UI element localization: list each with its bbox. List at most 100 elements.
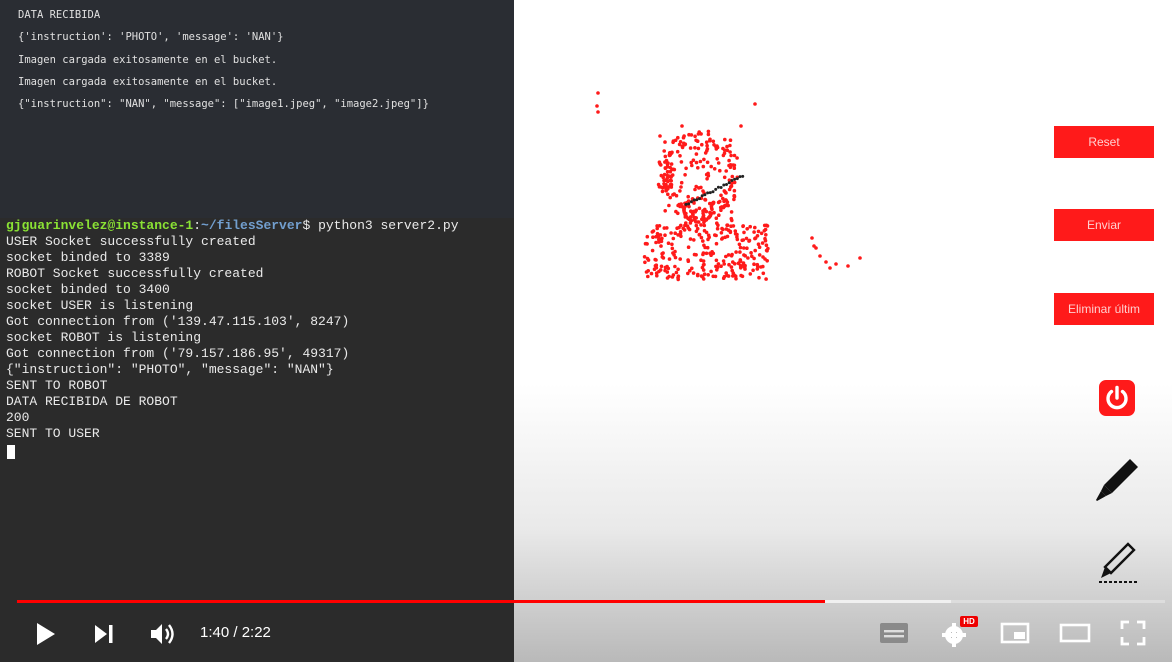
drawn-point — [701, 239, 705, 243]
drawn-point — [764, 277, 768, 281]
drawn-point — [717, 213, 721, 217]
pen-icon[interactable] — [1092, 456, 1142, 504]
drawn-point — [666, 241, 671, 245]
drawn-point — [738, 266, 743, 270]
drawn-point — [679, 185, 683, 189]
drawn-point — [688, 146, 693, 150]
drawn-point — [702, 262, 706, 267]
volume-icon[interactable] — [148, 620, 178, 648]
drawn-point — [686, 245, 691, 249]
drawn-point — [812, 244, 816, 248]
miniplayer-icon[interactable] — [999, 620, 1031, 646]
drawn-point — [719, 231, 724, 235]
drawn-point — [706, 233, 711, 238]
reset-button[interactable]: Reset — [1054, 126, 1154, 158]
drawn-point — [759, 265, 763, 269]
drawn-point — [643, 260, 647, 265]
drawn-point — [664, 182, 668, 187]
drawn-point — [738, 245, 743, 250]
fullscreen-icon[interactable] — [1118, 618, 1148, 648]
drawn-point — [730, 174, 735, 179]
drawn-point — [716, 200, 721, 205]
drawn-point — [729, 265, 734, 269]
drawn-point — [728, 185, 733, 189]
drawn-point — [646, 274, 650, 279]
drawn-point — [742, 230, 746, 235]
drawn-point — [723, 137, 727, 142]
drawn-point — [711, 200, 716, 205]
drawn-point — [657, 238, 661, 242]
drawn-point — [687, 202, 691, 206]
drawn-point — [742, 253, 746, 257]
progress-played — [17, 600, 825, 603]
drawn-point — [662, 172, 667, 177]
drawn-point — [683, 173, 687, 177]
drawn-point — [679, 180, 684, 185]
drawn-point — [702, 272, 707, 277]
terminal-line: 200 — [6, 410, 30, 425]
drawn-point — [644, 241, 649, 246]
drawn-point — [660, 189, 665, 194]
drawn-point — [595, 104, 599, 108]
delete-last-button[interactable]: Eliminar últim — [1054, 293, 1154, 325]
drawn-point — [728, 229, 733, 234]
drawn-point — [858, 256, 862, 260]
drawn-point — [702, 243, 706, 248]
drawn-point — [706, 273, 710, 277]
drawn-point — [702, 157, 706, 162]
terminal-line: Got connection from ('139.47.115.103', 8… — [6, 314, 350, 329]
drawn-point — [753, 236, 757, 241]
drawn-point — [596, 110, 600, 114]
drawn-point — [680, 124, 684, 128]
subtitles-icon[interactable] — [878, 620, 910, 646]
drawn-point — [718, 168, 722, 173]
drawn-point — [744, 236, 749, 241]
next-icon[interactable] — [92, 622, 118, 646]
play-icon[interactable] — [33, 620, 59, 648]
drawn-point — [704, 140, 709, 144]
drawn-point — [739, 273, 743, 278]
drawing-canvas-area[interactable]: Reset Enviar Eliminar últim — [514, 0, 1172, 662]
drawn-point — [846, 264, 850, 268]
top-console-panel: DATA RECIBIDA {'instruction': 'PHOTO', '… — [0, 0, 514, 218]
drawn-point — [684, 202, 688, 206]
drawn-point — [721, 146, 725, 151]
drawn-point — [695, 273, 700, 278]
drawn-point — [671, 273, 676, 277]
drawn-point — [732, 193, 737, 198]
drawn-point — [693, 187, 697, 192]
drawn-point — [718, 205, 723, 210]
drawn-point — [828, 266, 832, 270]
drawn-point — [677, 225, 681, 230]
drawn-point — [715, 145, 720, 150]
drawn-point — [701, 211, 705, 216]
drawn-point — [721, 153, 726, 158]
drawn-point — [696, 146, 701, 151]
drawn-point — [735, 177, 739, 181]
drawn-point — [756, 229, 761, 234]
theater-icon[interactable] — [1058, 620, 1092, 646]
drawn-point — [742, 246, 746, 250]
send-button[interactable]: Enviar — [1054, 209, 1154, 241]
video-player[interactable]: DATA RECIBIDA {'instruction': 'PHOTO', '… — [0, 0, 1172, 662]
drawn-point — [652, 267, 657, 272]
drawn-point — [700, 194, 704, 198]
drawn-point — [732, 153, 737, 158]
prompt-command: $ python3 server2.py — [302, 218, 459, 233]
drawn-point — [738, 175, 742, 179]
drawn-point — [694, 223, 699, 228]
terminal-line: SENT TO USER — [6, 426, 100, 441]
terminal-line: USER Socket successfully created — [6, 234, 256, 249]
drawn-point — [729, 153, 733, 158]
drawn-point — [670, 242, 674, 247]
drawn-point — [703, 193, 707, 197]
prompt-sep: : — [193, 218, 202, 233]
drawn-point — [700, 142, 704, 147]
drawn-point — [663, 166, 668, 170]
drawn-point — [734, 250, 738, 254]
drawn-point — [757, 275, 761, 280]
pen-line-icon[interactable] — [1092, 540, 1142, 586]
power-button[interactable] — [1099, 380, 1135, 416]
drawn-point — [741, 263, 746, 268]
drawn-point — [704, 217, 709, 222]
